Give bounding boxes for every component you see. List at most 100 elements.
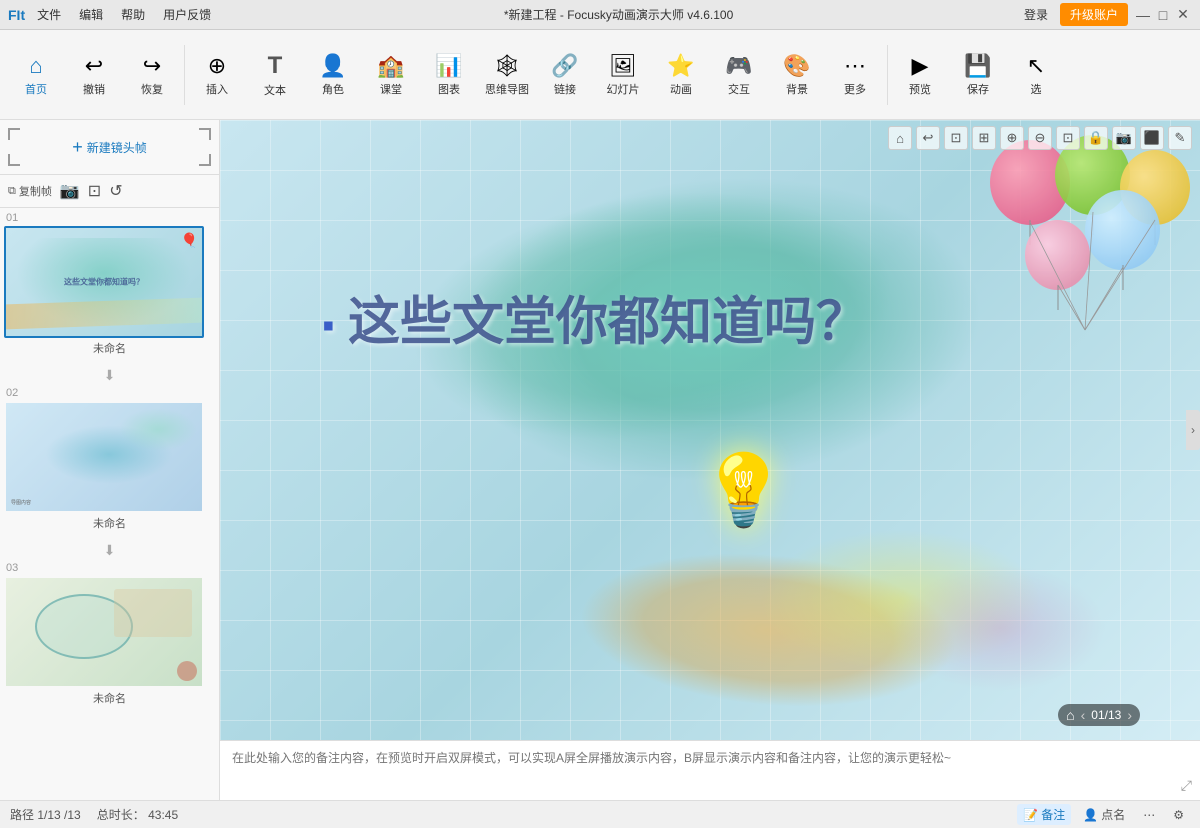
presentation-canvas[interactable]: ·这些文堂你都知道吗？ 💡 ‹ › ⌂ ‹ 01/13 › [220, 120, 1200, 740]
duration-text: 总时长： [97, 808, 145, 822]
toolbar-save[interactable]: 💾 保存 [950, 36, 1006, 114]
slide-scroll-area[interactable]: 01 🎈 这些文堂你都知道吗？ 未命名 ⬇ 02 [0, 208, 219, 800]
right-panel-button[interactable]: › [1186, 410, 1200, 450]
home-label: 首页 [25, 81, 47, 97]
toolbar-more[interactable]: ⋯ 更多 [827, 36, 883, 114]
toolbar-redo[interactable]: ↪ 恢复 [124, 36, 180, 114]
slide-item-1: 01 🎈 这些文堂你都知道吗？ 未命名 [4, 212, 215, 356]
select-icon: ↖ [1027, 53, 1045, 79]
undo-label: 撤销 [83, 81, 105, 97]
canvas-zoomin-btn[interactable]: ⊕ [1000, 126, 1024, 150]
redo-label: 恢复 [141, 81, 163, 97]
minimize-button[interactable]: — [1134, 6, 1152, 24]
points-button[interactable]: 👤 点名 [1077, 804, 1131, 825]
canvas-back-btn[interactable]: ↩ [916, 126, 940, 150]
role-label: 角色 [322, 81, 344, 97]
main-title-text: 这些文堂你都知道吗？ [348, 294, 868, 352]
notes-textarea[interactable] [232, 749, 1188, 792]
thumb-balloons-1: 🎈 [181, 232, 198, 249]
canvas-grid-btn[interactable]: ⊞ [972, 126, 996, 150]
rotate-button[interactable]: ↺ [109, 181, 122, 201]
paint-stroke-purple [850, 520, 1150, 700]
toolbar-divider-1 [184, 45, 185, 105]
canvas-lock-btn[interactable]: 🔒 [1084, 126, 1108, 150]
toolbar-chart[interactable]: 📊 图表 [421, 36, 477, 114]
text-label: 文本 [264, 82, 286, 98]
toolbar-mindmap[interactable]: 🕸 思维导图 [479, 36, 535, 114]
slide-thumb-bg-2: 导图内容 [6, 403, 202, 511]
canvas-edit-btn[interactable]: ✎ [1168, 126, 1192, 150]
slide-number-2: 02 [4, 387, 215, 399]
canvas-home-btn[interactable]: ⌂ [888, 126, 912, 150]
slide-thumb-3[interactable] [4, 576, 204, 688]
slide-thumb-2[interactable]: 导图内容 [4, 401, 204, 513]
toolbar-insert[interactable]: ⊕ 插入 [189, 36, 245, 114]
slide-panel: + 新建镜头帧 ⧉ 复制帧 📷 ⊡ ↺ 01 [0, 120, 220, 800]
statusbar-settings-button[interactable]: ⚙ [1167, 806, 1190, 824]
toolbar-background[interactable]: 🎨 背景 [769, 36, 825, 114]
upgrade-button[interactable]: 升级账户 [1060, 3, 1128, 26]
animation-label: 动画 [670, 81, 692, 97]
background-icon: 🎨 [783, 53, 810, 79]
page-home-icon[interactable]: ⌂ [1066, 707, 1074, 723]
thumb-detail-2 [119, 408, 197, 451]
frame-select-icon: ⊡ [88, 183, 101, 200]
menu-bar: 文件 编辑 帮助 用户反馈 [29, 4, 219, 25]
toolbar-classroom[interactable]: 🏫 课堂 [363, 36, 419, 114]
copy-frame-button[interactable]: ⧉ 复制帧 [8, 183, 52, 199]
slide-thumb-1[interactable]: 🎈 这些文堂你都知道吗？ [4, 226, 204, 338]
notes-expand-button[interactable]: ⤢ [1181, 777, 1192, 794]
new-frame-label: 新建镜头帧 [87, 139, 147, 156]
new-frame-button[interactable]: + 新建镜头帧 [0, 120, 219, 175]
canvas-fit-btn[interactable]: ⊡ [1056, 126, 1080, 150]
prev-page-btn[interactable]: ‹ [1081, 707, 1086, 723]
toolbar-preview[interactable]: ▶ 预览 [892, 36, 948, 114]
frame-corner-br [199, 154, 211, 166]
link-label: 链接 [554, 81, 576, 97]
slide-name-2: 未命名 [4, 515, 215, 531]
new-frame-cross-icon: + [72, 137, 83, 158]
menu-edit[interactable]: 编辑 [71, 4, 111, 25]
thumb-text-1: 这些文堂你都知道吗？ [16, 277, 192, 288]
insert-icon: ⊕ [208, 53, 226, 79]
main-area: + 新建镜头帧 ⧉ 复制帧 📷 ⊡ ↺ 01 [0, 120, 1200, 800]
frame-select-button[interactable]: ⊡ [88, 181, 101, 201]
toolbar-undo[interactable]: ↩ 撤销 [66, 36, 122, 114]
close-button[interactable]: ✕ [1174, 6, 1192, 24]
points-btn-label: 点名 [1101, 806, 1125, 823]
toolbar-animation[interactable]: ⭐ 动画 [653, 36, 709, 114]
duration-value: 43:45 [148, 808, 178, 822]
maximize-button[interactable]: □ [1154, 6, 1172, 24]
canvas-frame-btn[interactable]: ⊡ [944, 126, 968, 150]
home-icon: ⌂ [29, 53, 42, 79]
toolbar-home[interactable]: ⌂ 首页 [8, 36, 64, 114]
save-icon: 💾 [964, 53, 991, 79]
toolbar-role[interactable]: 👤 角色 [305, 36, 361, 114]
notes-button[interactable]: 📝 备注 [1017, 804, 1071, 825]
preview-label: 预览 [909, 81, 931, 97]
toolbar-divider-2 [887, 45, 888, 105]
status-bar: 路径 1/13 /13 总时长： 43:45 📝 备注 👤 点名 ⋯ ⚙ [0, 800, 1200, 828]
menu-help[interactable]: 帮助 [113, 4, 153, 25]
statusbar-more-button[interactable]: ⋯ [1137, 806, 1161, 824]
thumb-text-2: 导图内容 [11, 500, 31, 507]
statusbar-right: 📝 备注 👤 点名 ⋯ ⚙ [1017, 804, 1190, 825]
menu-feedback[interactable]: 用户反馈 [155, 4, 219, 25]
titlebar-left: FIt 文件 编辑 帮助 用户反馈 [0, 4, 219, 25]
next-page-btn[interactable]: › [1127, 707, 1132, 723]
toolbar-select[interactable]: ↖ 选 [1008, 36, 1064, 114]
toolbar-link[interactable]: 🔗 链接 [537, 36, 593, 114]
menu-file[interactable]: 文件 [29, 4, 69, 25]
slide-thumb-bg-3 [6, 578, 202, 686]
login-button[interactable]: 登录 [1018, 4, 1054, 25]
camera-button[interactable]: 📷 [60, 181, 80, 201]
canvas-camera-btn[interactable]: 📷 [1112, 126, 1136, 150]
toolbar-interact[interactable]: 🎮 交互 [711, 36, 767, 114]
toolbar-text[interactable]: T 文本 [247, 36, 303, 114]
toolbar-slideshow[interactable]: 🖼 幻灯片 [595, 36, 651, 114]
main-title[interactable]: ·这些文堂你都知道吗？ [320, 290, 1150, 362]
redo-icon: ↪ [143, 53, 161, 79]
canvas-export-btn[interactable]: ⬛ [1140, 126, 1164, 150]
canvas-zoomout-btn[interactable]: ⊖ [1028, 126, 1052, 150]
thumb-dot-3 [177, 661, 197, 681]
